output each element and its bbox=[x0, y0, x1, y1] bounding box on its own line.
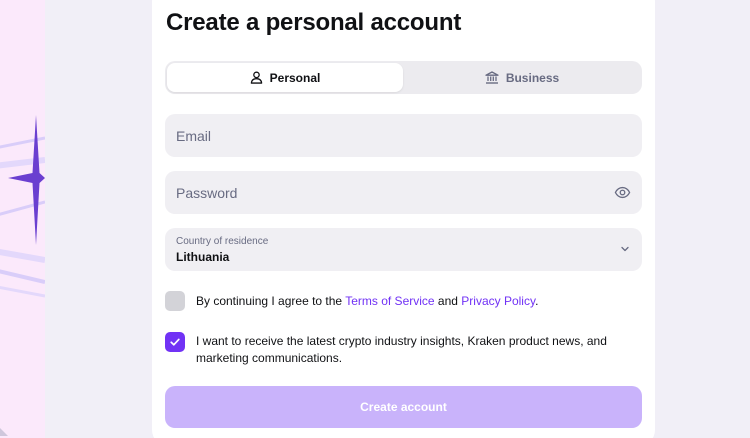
marketing-checkbox[interactable] bbox=[165, 332, 185, 352]
tab-business[interactable]: Business bbox=[404, 63, 640, 92]
page-title: Create a personal account bbox=[166, 9, 462, 36]
sparkle-decoration bbox=[0, 115, 45, 436]
marketing-consent-text: I want to receive the latest crypto indu… bbox=[196, 334, 607, 365]
create-account-button[interactable]: Create account bbox=[165, 386, 642, 428]
email-field-container bbox=[165, 114, 642, 157]
terms-consent-text: By continuing I agree to the Terms of Se… bbox=[196, 293, 626, 310]
country-select-label: Country of residence bbox=[176, 236, 269, 247]
password-field[interactable] bbox=[165, 171, 642, 214]
terms-middle: and bbox=[434, 294, 462, 308]
tab-business-label: Business bbox=[505, 70, 560, 85]
person-icon bbox=[250, 71, 262, 84]
chevron-down-icon bbox=[621, 246, 629, 252]
bank-icon bbox=[485, 71, 499, 84]
checkmark-icon bbox=[170, 338, 180, 346]
tab-personal[interactable]: Personal bbox=[167, 63, 403, 92]
marketing-consent-row: I want to receive the latest crypto indu… bbox=[165, 332, 626, 367]
terms-prefix: By continuing I agree to the bbox=[196, 294, 346, 308]
country-select[interactable]: Country of residence Lithuania bbox=[165, 228, 642, 271]
account-type-tabs: Personal Business bbox=[165, 61, 642, 94]
country-select-value: Lithuania bbox=[176, 250, 230, 264]
terms-suffix: . bbox=[535, 294, 539, 308]
password-field-container bbox=[165, 171, 642, 214]
terms-checkbox[interactable] bbox=[165, 291, 185, 311]
terms-of-service-link[interactable]: Terms of Service bbox=[345, 294, 434, 308]
terms-consent-row: By continuing I agree to the Terms of Se… bbox=[165, 291, 626, 311]
privacy-policy-link[interactable]: Privacy Policy bbox=[461, 294, 535, 308]
tab-personal-label: Personal bbox=[269, 70, 321, 85]
email-field[interactable] bbox=[165, 114, 642, 157]
eye-icon[interactable] bbox=[614, 184, 631, 201]
decorative-side-panel bbox=[0, 0, 45, 438]
